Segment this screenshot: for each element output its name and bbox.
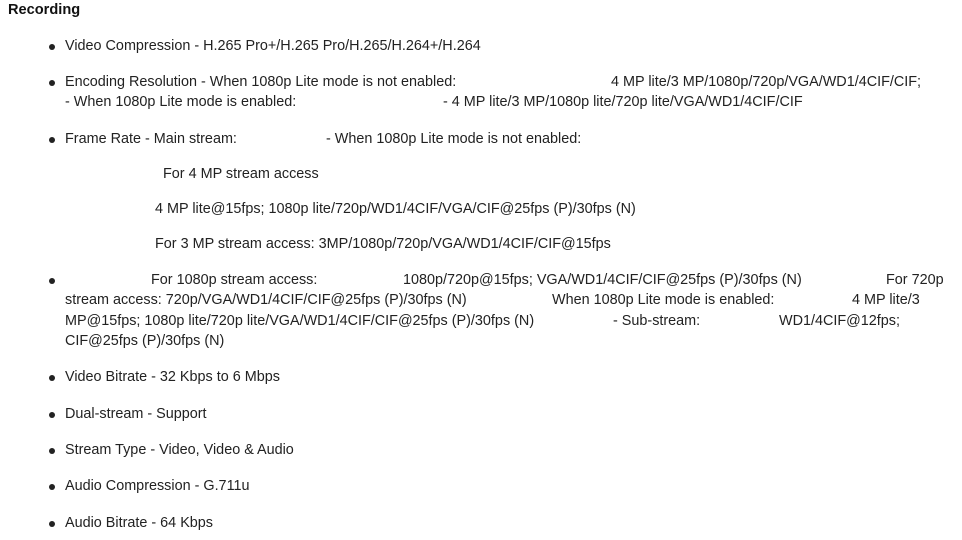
stream-1080p-label: For 1080p stream access: xyxy=(151,272,318,288)
video-compression-text: Video Compression - H.265 Pro+/H.265 Pro… xyxy=(65,38,481,54)
bullet xyxy=(49,278,55,284)
frame-rate-mode: - When 1080p Lite mode is not enabled: xyxy=(326,131,582,147)
encoding-resolution-label: Encoding Resolution - When 1080p Lite mo… xyxy=(65,74,457,90)
frame-rate-label: Frame Rate - Main stream: xyxy=(65,131,237,147)
audio-bitrate-text: Audio Bitrate - 64 Kbps xyxy=(65,515,213,531)
encoding-resolution-lite-value: - 4 MP lite/3 MP/1080p lite/720p lite/VG… xyxy=(443,94,803,110)
bullet xyxy=(49,44,55,50)
frame-rate-3mp: For 3 MP stream access: 3MP/1080p/720p/V… xyxy=(155,236,611,252)
video-bitrate-text: Video Bitrate - 32 Kbps to 6 Mbps xyxy=(65,369,280,385)
lite-mode-label: When 1080p Lite mode is enabled: xyxy=(552,292,775,308)
encoding-resolution-value: 4 MP lite/3 MP/1080p/720p/VGA/WD1/4CIF/C… xyxy=(611,74,922,90)
bullet xyxy=(49,448,55,454)
sub-stream-label: - Sub-stream: xyxy=(613,313,701,329)
audio-compression-text: Audio Compression - G.711u xyxy=(65,478,250,494)
lite-mode-value: 4 MP lite/3 xyxy=(852,292,920,308)
bullet xyxy=(49,412,55,418)
bullet xyxy=(49,484,55,490)
encoding-resolution-lite-label: - When 1080p Lite mode is enabled: xyxy=(65,94,297,110)
frame-rate-4mp-value: 4 MP lite@15fps; 1080p lite/720p/WD1/4CI… xyxy=(155,201,636,217)
dual-stream-text: Dual-stream - Support xyxy=(65,406,207,422)
section-heading: Recording xyxy=(8,2,81,18)
stream-720p-value: stream access: 720p/VGA/WD1/4CIF/CIF@25f… xyxy=(65,292,467,308)
stream-720p-label: For 720p xyxy=(886,272,944,288)
bullet xyxy=(49,80,55,86)
bullet xyxy=(49,137,55,143)
bullet xyxy=(49,375,55,381)
bullet xyxy=(49,521,55,527)
sub-stream-value: WD1/4CIF@12fps; xyxy=(779,313,900,329)
stream-type-text: Stream Type - Video, Video & Audio xyxy=(65,442,294,458)
lite-mode-value-cont: MP@15fps; 1080p lite/720p lite/VGA/WD1/4… xyxy=(65,313,535,329)
stream-1080p-value: 1080p/720p@15fps; VGA/WD1/4CIF/CIF@25fps… xyxy=(403,272,802,288)
sub-stream-value-cont: CIF@25fps (P)/30fps (N) xyxy=(65,333,225,349)
frame-rate-4mp-heading: For 4 MP stream access xyxy=(163,166,319,182)
